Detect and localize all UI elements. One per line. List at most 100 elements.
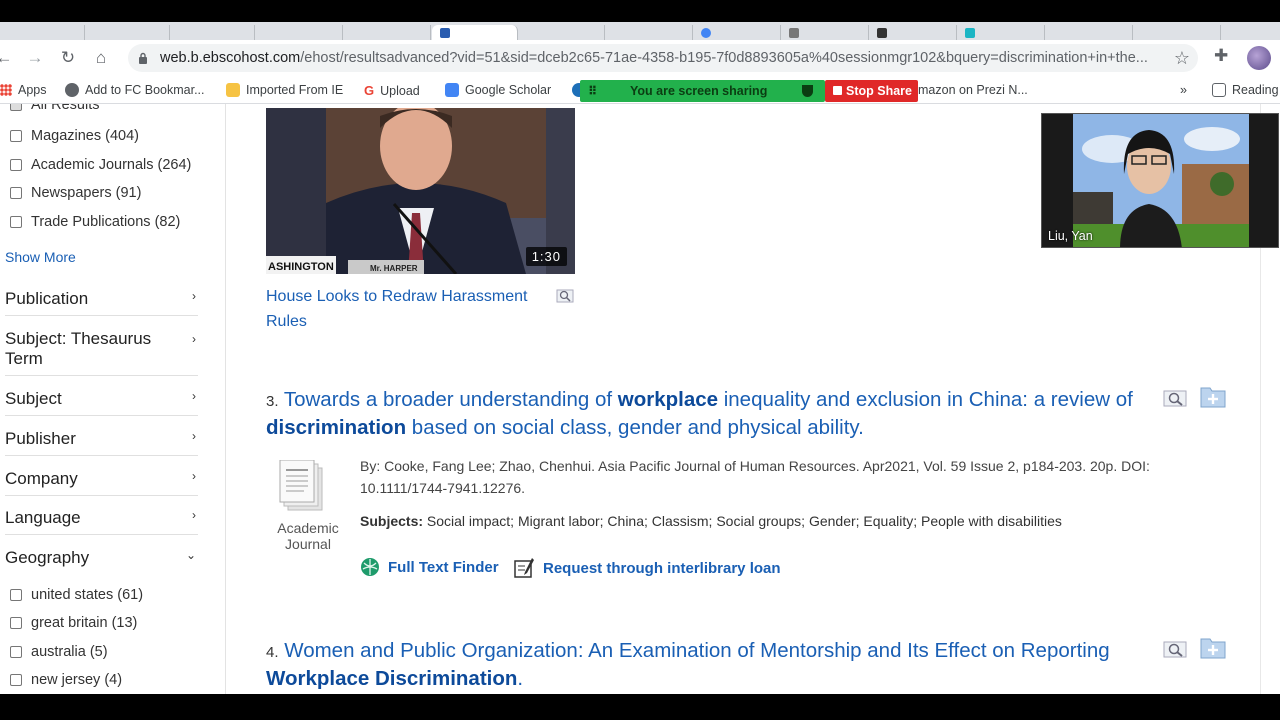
bookmark-google-scholar[interactable]: Google Scholar <box>445 83 551 97</box>
checkbox[interactable] <box>10 589 22 601</box>
more-bookmarks-button[interactable]: » <box>1180 83 1187 97</box>
browser-tab[interactable] <box>693 25 781 40</box>
chevron-right-icon: › <box>192 389 196 403</box>
facet-newspapers[interactable]: Newspapers (91) <box>10 185 141 201</box>
checkbox[interactable] <box>10 617 22 629</box>
google-g-icon: G <box>364 83 375 98</box>
browser-tab[interactable] <box>255 25 343 40</box>
back-icon[interactable]: ← <box>0 46 16 70</box>
page-favicon-icon <box>877 28 887 38</box>
address-bar[interactable]: web.b.ebscohost.com/ehost/resultsadvance… <box>128 44 1198 72</box>
home-icon[interactable]: ⌂ <box>89 46 113 70</box>
facet-company[interactable]: Company › <box>5 469 198 496</box>
stop-share-button[interactable]: Stop Share <box>825 80 918 102</box>
facet-publisher[interactable]: Publisher › <box>5 429 198 456</box>
facet-magazines[interactable]: Magazines (404) <box>10 128 139 144</box>
browser-toolbar: ← → ↻ ⌂ web.b.ebscohost.com/ehost/result… <box>0 40 1280 76</box>
full-text-finder-link[interactable]: Full Text Finder <box>360 557 499 577</box>
reading-list-icon <box>1212 83 1226 97</box>
request-form-icon <box>514 558 534 578</box>
browser-tab-active[interactable] <box>432 25 518 40</box>
facet-academic-journals[interactable]: Academic Journals (264) <box>10 157 191 173</box>
bookmark-apps[interactable]: Apps <box>0 83 47 97</box>
facet-australia[interactable]: australia (5) <box>10 644 108 660</box>
browser-tab[interactable] <box>170 25 255 40</box>
title-segment: Towards a broader understanding of <box>283 388 618 411</box>
show-more-link[interactable]: Show More <box>5 249 76 265</box>
facet-new-jersey[interactable]: new jersey (4) <box>10 672 122 688</box>
subjects-list[interactable]: Social impact; Migrant labor; China; Cla… <box>427 513 1062 529</box>
checkbox[interactable] <box>10 104 22 111</box>
facet-all-results[interactable]: All Results <box>10 104 100 113</box>
browser-tab[interactable] <box>1045 25 1133 40</box>
facet-label: Newspapers (91) <box>31 185 142 201</box>
profile-avatar[interactable] <box>1247 46 1271 70</box>
browser-tab[interactable] <box>605 25 693 40</box>
checkbox[interactable] <box>10 646 22 658</box>
add-to-folder-icon[interactable] <box>1200 635 1226 659</box>
checkbox[interactable] <box>10 674 22 686</box>
facet-language[interactable]: Language › <box>5 508 198 535</box>
browser-tab[interactable] <box>957 25 1045 40</box>
facet-great-britain[interactable]: great britain (13) <box>10 615 137 631</box>
result-3-subjects: Subjects: Social impact; Migrant labor; … <box>360 513 1062 529</box>
facet-heading: Subject <box>5 389 62 408</box>
bottom-letterbox <box>0 694 1280 720</box>
bookmark-upload[interactable]: G Upload <box>364 83 420 98</box>
chevron-right-icon: › <box>192 332 196 346</box>
bookmark-star-icon[interactable]: ☆ <box>1174 48 1190 69</box>
browser-tab[interactable] <box>869 25 957 40</box>
sharing-status-text: You are screen sharing <box>630 84 768 98</box>
result-number: 4. <box>266 644 279 661</box>
facet-subject-thesaurus-term[interactable]: Subject: Thesaurus Term › <box>5 329 198 376</box>
stop-icon <box>833 86 842 95</box>
chevron-right-icon: › <box>192 429 196 443</box>
shield-icon <box>802 85 813 97</box>
title-segment: inequality and exclusion in China: a rev… <box>718 388 1133 411</box>
preview-magnifier-icon[interactable] <box>1163 387 1187 407</box>
nameplate: Mr. HARPER <box>370 264 418 273</box>
chevron-down-icon: ⌄ <box>185 548 196 562</box>
screen-sharing-status[interactable]: ⠿ You are screen sharing <box>580 80 825 102</box>
page-favicon-icon <box>965 28 975 38</box>
video-title-link[interactable]: House Looks to Redraw Harassment Rules <box>266 284 556 334</box>
facet-united-states[interactable]: united states (61) <box>10 587 143 603</box>
chevron-right-icon: › <box>192 469 196 483</box>
bookmark-add-to-fc[interactable]: Add to FC Bookmar... <box>65 83 205 97</box>
webcam-video-tile[interactable]: Liu, Yan <box>1041 113 1279 248</box>
extensions-puzzle-icon[interactable]: ✚ <box>1214 46 1228 66</box>
reload-icon[interactable]: ↻ <box>56 46 80 70</box>
browser-tab[interactable] <box>1133 25 1221 40</box>
bookmark-label: Reading <box>1232 83 1279 97</box>
preview-magnifier-icon[interactable] <box>556 287 574 303</box>
video-thumbnail[interactable]: ASHINGTON Mr. HARPER 1:30 <box>266 108 575 274</box>
title-segment: Women and Public Organization: An Examin… <box>284 639 1110 662</box>
facet-trade-publications[interactable]: Trade Publications (82) <box>10 214 180 230</box>
interlibrary-loan-link[interactable]: Request through interlibrary loan <box>513 557 781 579</box>
checkbox[interactable] <box>10 130 22 142</box>
result-3-title[interactable]: 3. Towards a broader understanding of wo… <box>266 387 1146 441</box>
result-4-title[interactable]: 4. Women and Public Organization: An Exa… <box>266 638 1146 692</box>
add-to-folder-icon[interactable] <box>1200 384 1226 408</box>
bookmark-imported-from-ie[interactable]: Imported From IE <box>226 83 343 97</box>
result-3-byline: By: Cooke, Fang Lee; Zhao, Chenhui. Asia… <box>360 458 1150 496</box>
browser-tab[interactable] <box>519 25 605 40</box>
reading-list-button[interactable]: Reading <box>1212 83 1279 97</box>
browser-tab[interactable] <box>781 25 869 40</box>
bookmark-label: Imported From IE <box>246 83 344 97</box>
browser-tab[interactable] <box>343 25 431 40</box>
checkbox[interactable] <box>10 216 22 228</box>
forward-icon[interactable]: → <box>23 46 47 70</box>
facet-subject[interactable]: Subject › <box>5 389 198 416</box>
drag-handle-icon[interactable]: ⠿ <box>588 84 597 98</box>
facet-publication[interactable]: Publication › <box>5 289 198 316</box>
checkbox[interactable] <box>10 187 22 199</box>
page-favicon-icon <box>789 28 799 38</box>
preview-magnifier-icon[interactable] <box>1163 638 1187 658</box>
browser-tab[interactable] <box>85 25 170 40</box>
facet-geography[interactable]: Geography ⌄ <box>5 548 198 574</box>
browser-tab[interactable] <box>0 25 85 40</box>
bookmark-label: Google Scholar <box>465 83 552 97</box>
checkbox[interactable] <box>10 159 22 171</box>
bookmark-prezi[interactable]: mazon on Prezi N... <box>918 83 1028 97</box>
